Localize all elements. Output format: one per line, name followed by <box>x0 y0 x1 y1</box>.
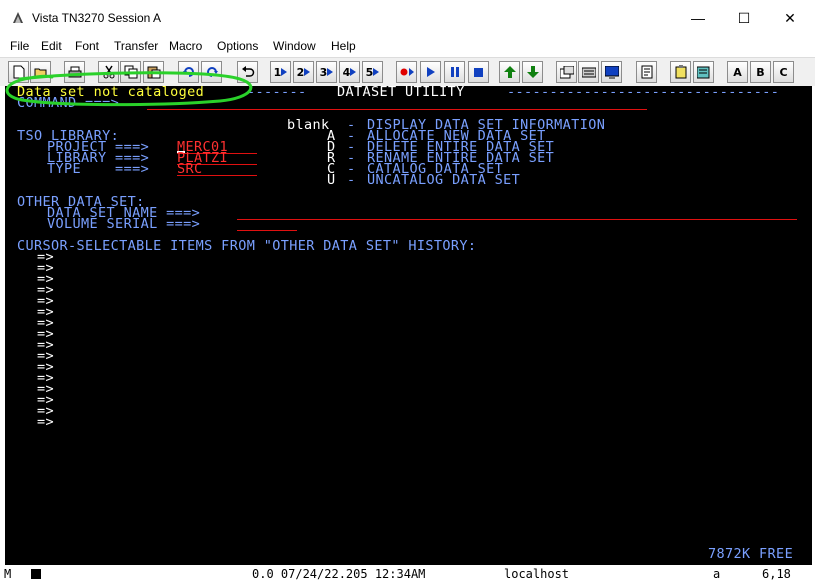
option-key: blank <box>287 117 330 133</box>
cut-icon[interactable] <box>98 61 119 83</box>
record-icon[interactable] <box>396 61 417 83</box>
menu-bar: File Edit Font Transfer Macro Options Wi… <box>0 36 815 56</box>
option-desc: UNCATALOG DATA SET <box>367 172 521 188</box>
status-block <box>31 569 41 579</box>
status-time: 0.0 07/24/22.205 12:34AM <box>252 567 426 581</box>
menu-help[interactable]: Help <box>331 39 356 53</box>
page-title: DATASET UTILITY <box>337 84 465 100</box>
toolbar: 1 2 3 4 5 A B C <box>0 57 815 86</box>
title-bar: Vista TN3270 Session A — ☐ ✕ <box>0 0 815 36</box>
clipboard-icon[interactable] <box>670 61 691 83</box>
data-set-name-input[interactable] <box>237 219 797 220</box>
menu-macro[interactable]: Macro <box>169 39 202 53</box>
screen-icon[interactable] <box>601 61 622 83</box>
play-icon[interactable] <box>420 61 441 83</box>
menu-file[interactable]: File <box>10 39 29 53</box>
copy-icon[interactable] <box>120 61 141 83</box>
keyboard-icon[interactable] <box>578 61 599 83</box>
key-c-button[interactable]: C <box>773 61 794 83</box>
option-sep: - <box>347 172 356 188</box>
play-4-icon[interactable]: 4 <box>339 61 360 83</box>
menu-transfer[interactable]: Transfer <box>114 39 158 53</box>
undo-icon[interactable] <box>237 61 258 83</box>
minimize-button[interactable]: — <box>675 0 721 36</box>
pause-icon[interactable] <box>444 61 465 83</box>
terminal-screen[interactable]: Data set not cataloged ------- DATASET U… <box>5 84 812 565</box>
option-key: U <box>327 172 336 188</box>
open-icon[interactable] <box>30 61 51 83</box>
session-icon[interactable] <box>556 61 577 83</box>
new-icon[interactable] <box>8 61 29 83</box>
refresh-alt-icon[interactable] <box>201 61 222 83</box>
play-5-icon[interactable]: 5 <box>362 61 383 83</box>
menu-options[interactable]: Options <box>217 39 258 53</box>
memory-free: 7872K FREE <box>708 546 794 562</box>
play-2-icon[interactable]: 2 <box>293 61 314 83</box>
play-1-icon[interactable]: 1 <box>270 61 291 83</box>
refresh-icon[interactable] <box>178 61 199 83</box>
type-label: TYPE ===> <box>47 161 150 177</box>
status-bar: M 0.0 07/24/22.205 12:34AM localhost a 6… <box>0 565 815 583</box>
command-label: COMMAND ===> <box>17 95 120 111</box>
maximize-button[interactable]: ☐ <box>721 0 767 36</box>
type-field[interactable]: SRC <box>177 162 203 176</box>
type-underline <box>177 175 257 176</box>
properties-icon[interactable] <box>636 61 657 83</box>
header-dashes-right: -------------------------------- <box>507 84 780 100</box>
app-icon <box>13 12 23 23</box>
play-3-icon[interactable]: 3 <box>316 61 337 83</box>
menu-window[interactable]: Window <box>273 39 316 53</box>
history-label: CURSOR-SELECTABLE ITEMS FROM "OTHER DATA… <box>17 238 477 254</box>
menu-edit[interactable]: Edit <box>41 39 62 53</box>
status-field-indicator: a <box>713 567 721 581</box>
key-b-button[interactable]: B <box>750 61 771 83</box>
window-title: Vista TN3270 Session A <box>32 11 161 25</box>
upload-icon[interactable] <box>499 61 520 83</box>
notes-icon[interactable] <box>693 61 714 83</box>
header-dashes-left: ------- <box>247 84 307 100</box>
download-icon[interactable] <box>522 61 543 83</box>
print-icon[interactable] <box>64 61 85 83</box>
command-input[interactable] <box>147 109 647 110</box>
key-a-button[interactable]: A <box>727 61 748 83</box>
stop-icon[interactable] <box>468 61 489 83</box>
paste-icon[interactable] <box>143 61 164 83</box>
status-mode: M <box>4 567 12 581</box>
status-cursor-position: 6,18 <box>762 567 791 581</box>
status-host: localhost <box>504 567 570 581</box>
volume-serial-input[interactable] <box>237 230 297 231</box>
close-button[interactable]: ✕ <box>767 0 813 36</box>
history-item[interactable]: => <box>37 415 54 429</box>
menu-font[interactable]: Font <box>75 39 99 53</box>
volume-serial-label: VOLUME SERIAL ===> <box>47 216 201 232</box>
